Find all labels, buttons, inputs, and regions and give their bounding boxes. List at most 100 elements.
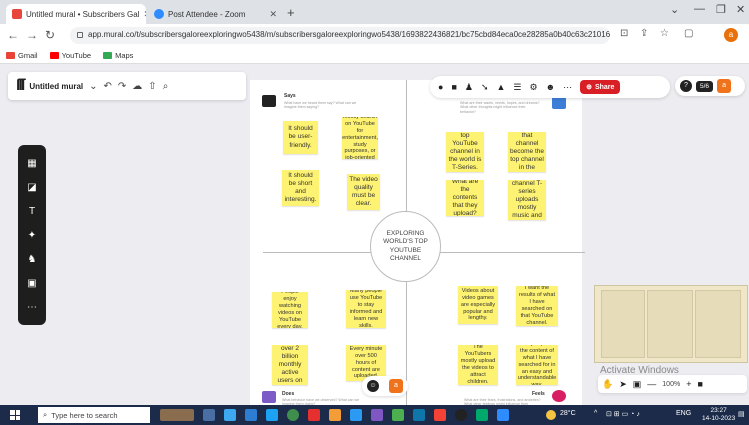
mural-title[interactable]: Untitled mural xyxy=(29,82,83,91)
notifications-icon[interactable]: ▤ xyxy=(738,410,745,418)
minimap[interactable] xyxy=(594,285,748,363)
reload-icon[interactable]: ↻ xyxy=(45,28,55,42)
tab-zoom[interactable]: Post Attendee - Zoom ✕ xyxy=(148,4,283,24)
sticky-note[interactable]: They explain the content of what I have … xyxy=(516,345,558,385)
minimize-icon[interactable]: — xyxy=(694,3,705,15)
comment-icon[interactable]: ■ xyxy=(451,82,456,92)
widget-banner-icon[interactable] xyxy=(160,409,194,421)
zoom-icon[interactable] xyxy=(497,409,509,421)
chevron-down-icon[interactable]: ⌄ xyxy=(89,81,97,92)
store-icon[interactable] xyxy=(245,409,257,421)
window-close-icon[interactable]: ✕ xyxy=(736,3,745,16)
icons-llama-icon[interactable]: ♞ xyxy=(28,254,37,265)
app-icon[interactable] xyxy=(476,409,488,421)
clock[interactable]: 23:27 14-10-2023 xyxy=(702,407,735,424)
app-icon[interactable] xyxy=(455,409,467,421)
redo-icon[interactable]: ↷ xyxy=(118,81,126,92)
user-menu-icon[interactable]: a xyxy=(389,379,403,393)
app-icon[interactable] xyxy=(371,409,383,421)
zoom-level[interactable]: 100% xyxy=(662,381,680,388)
bookmark-youtube[interactable]: YouTube xyxy=(49,51,91,60)
user-avatar[interactable]: a xyxy=(717,79,732,93)
image-icon[interactable]: ▣ xyxy=(27,278,36,289)
sticky-note[interactable]: Many people use YouTube to stay informed… xyxy=(346,290,386,328)
more-tools-icon[interactable]: ⋯ xyxy=(27,302,37,313)
sticky-note[interactable]: What are the contents that they upload? xyxy=(446,180,484,216)
close-icon[interactable]: ✕ xyxy=(269,9,277,20)
sticky-note[interactable]: There are over 2 billion monthly active … xyxy=(272,345,308,385)
pointer-icon[interactable]: ➤ xyxy=(619,379,627,390)
sticky-note[interactable]: The YouTubers mostly upload the videos t… xyxy=(458,345,498,385)
weather-temp[interactable]: 28°C xyxy=(560,410,576,417)
mail-icon[interactable] xyxy=(266,409,278,421)
upload-icon[interactable]: ⇧ xyxy=(148,81,156,92)
sticky-note[interactable]: It should be short and interesting. xyxy=(282,170,319,206)
explorer-icon[interactable] xyxy=(224,409,236,421)
templates-icon[interactable]: ▦ xyxy=(27,158,36,169)
online-users-badge[interactable]: 5/6 xyxy=(696,80,714,92)
app-icon[interactable] xyxy=(308,409,320,421)
center-topic-circle[interactable]: EXPLORING WORLD'S TOP YOUTUBE CHANNEL xyxy=(370,211,441,282)
app-icon[interactable] xyxy=(329,409,341,421)
task-view-icon[interactable] xyxy=(203,409,215,421)
app-icon[interactable] xyxy=(413,409,425,421)
cloud-sync-icon[interactable]: ☁ xyxy=(132,81,142,92)
sticky-note[interactable]: People enjoy watching videos on YouTube … xyxy=(272,292,308,328)
sticky-note[interactable]: top YouTube channel in the world is T-Se… xyxy=(446,132,484,172)
url-input[interactable]: app.mural.co/t/subscribersgaloreexplorin… xyxy=(70,27,610,44)
text-icon[interactable]: T xyxy=(29,206,35,217)
timer-icon[interactable]: ● xyxy=(438,82,443,92)
user-icon[interactable]: ☻ xyxy=(546,82,555,92)
vote-icon[interactable]: ▲ xyxy=(497,82,506,92)
share-page-icon[interactable]: ⇪ xyxy=(640,28,648,39)
close-icon[interactable]: ✕ xyxy=(144,9,146,20)
search-icon[interactable]: ⌕ xyxy=(163,81,169,92)
windows-start-icon[interactable] xyxy=(10,410,20,420)
settings-icon[interactable]: ⚙ xyxy=(530,82,538,93)
sticky-note[interactable]: Why did that channel become the top chan… xyxy=(508,132,546,172)
back-arrow-icon[interactable]: ← xyxy=(7,28,19,42)
more-icon[interactable]: ⋯ xyxy=(563,82,572,93)
share-button[interactable]: ⊕ Share xyxy=(580,80,621,94)
shapes-icon[interactable]: ✦ xyxy=(28,230,36,241)
sticky-note[interactable]: Videos about video games are especially … xyxy=(458,286,498,324)
weather-icon[interactable] xyxy=(546,410,556,420)
forward-arrow-icon[interactable]: → xyxy=(26,28,38,42)
google-lens-icon[interactable]: ⊡ xyxy=(620,28,628,39)
app-icon[interactable] xyxy=(392,409,404,421)
maximize-icon[interactable]: ❐ xyxy=(716,3,726,16)
lock-icon[interactable] xyxy=(77,32,83,38)
sticky-note[interactable]: The viewers mostly search on YouTube for… xyxy=(342,117,378,159)
new-tab-plus-icon[interactable]: + xyxy=(287,5,295,20)
sticky-note[interactable]: The channel T-series uploads mostly musi… xyxy=(508,180,546,220)
tray-chevron-icon[interactable]: ^ xyxy=(594,410,597,417)
zoom-in-icon[interactable]: + xyxy=(686,379,691,389)
bookmark-gmail[interactable]: Gmail xyxy=(6,51,38,60)
zoom-out-icon[interactable]: — xyxy=(647,379,656,389)
undo-icon[interactable]: ↶ xyxy=(104,81,112,92)
sticky-note[interactable]: The video quality must be clear. xyxy=(347,174,380,210)
fullscreen-icon[interactable]: ■ xyxy=(697,379,702,389)
app-icon[interactable] xyxy=(350,409,362,421)
help-icon[interactable]: ? xyxy=(680,80,692,92)
language-indicator[interactable]: ENG xyxy=(676,410,691,417)
chrome-icon[interactable] xyxy=(287,409,299,421)
sticky-note-icon[interactable]: ◪ xyxy=(27,182,36,193)
bookmark-maps[interactable]: Maps xyxy=(103,51,133,60)
side-panel-icon[interactable]: ▢ xyxy=(684,28,693,39)
sticky-note[interactable]: It should be user-friendly. xyxy=(283,121,318,154)
people-icon[interactable]: ♟ xyxy=(465,82,473,93)
app-icon[interactable] xyxy=(434,409,446,421)
cursor-icon[interactable]: ➘ xyxy=(481,82,489,93)
outline-icon[interactable]: ☰ xyxy=(513,82,521,93)
tray-icons[interactable]: ⊡ ⊞ ▭ ◔ ♪ xyxy=(606,410,640,418)
taskbar-search[interactable]: ⌕ Type here to search xyxy=(38,407,150,423)
minimap-toggle-icon[interactable]: ▣ xyxy=(633,379,642,390)
bookmark-star-icon[interactable]: ☆ xyxy=(660,28,669,39)
tab-mural[interactable]: Untitled mural • Subscribers Gal ✕ xyxy=(6,4,146,24)
hand-icon[interactable]: ✋ xyxy=(602,379,613,390)
sticky-note[interactable]: I want the results of what I have search… xyxy=(516,286,558,326)
profile-avatar[interactable]: a xyxy=(724,28,738,42)
mural-logo-icon[interactable]: ſſſ xyxy=(16,77,25,95)
tab-search-chevron-icon[interactable]: ⌄ xyxy=(670,3,679,16)
